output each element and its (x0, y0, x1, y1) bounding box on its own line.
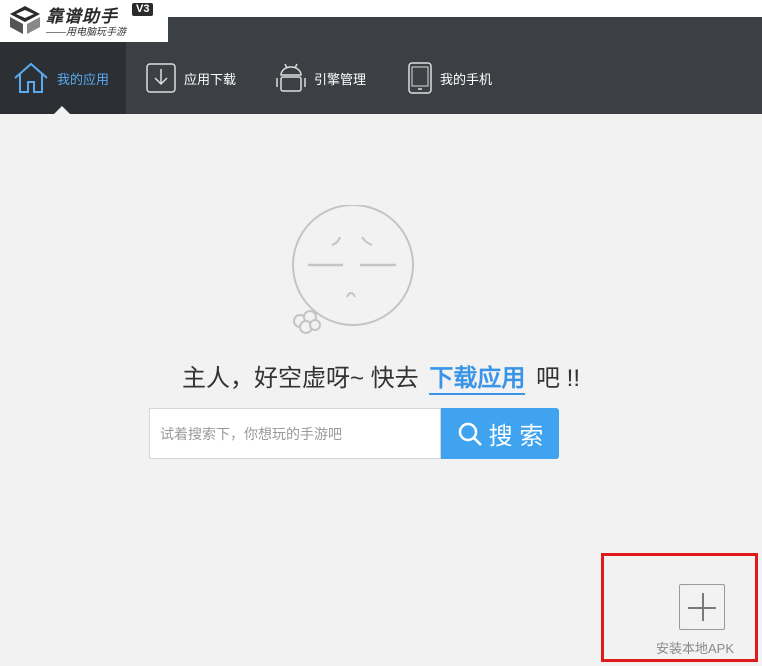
install-local-apk-label[interactable]: 安装本地APK (656, 638, 734, 657)
app-logo-icon (10, 6, 40, 34)
download-icon (146, 63, 176, 93)
search-icon (458, 422, 482, 446)
nav-tab-label: 我的手机 (440, 71, 493, 87)
empty-state-message: 主人，好空虚呀~ 快去 下载应用 吧 !! (0, 358, 762, 395)
main-nav: 我的应用 应用下载 引擎管理 我的手机 (0, 42, 762, 114)
nav-tab-app-download[interactable]: 应用下载 (146, 42, 236, 114)
search-input[interactable] (149, 408, 441, 459)
app-search-bar: 搜 索 (149, 408, 559, 459)
sad-face-icon (292, 205, 414, 334)
nav-tab-label: 应用下载 (184, 71, 237, 87)
search-button[interactable]: 搜 索 (441, 408, 559, 459)
search-button-label: 搜 索 (488, 423, 544, 450)
home-icon (14, 62, 48, 93)
title-bar-dark-band (150, 17, 762, 42)
app-slogan: ——用电脑玩手游 (46, 27, 126, 38)
download-apps-link[interactable]: 下载应用 (429, 365, 526, 395)
nav-tab-my-phone[interactable]: 我的手机 (408, 42, 492, 114)
plus-icon[interactable] (679, 584, 725, 630)
nav-tab-label: 引擎管理 (314, 71, 367, 87)
version-badge: V3 (132, 3, 154, 16)
empty-message-suffix: 吧 !! (536, 365, 581, 392)
nav-tab-engine-manage[interactable]: 引擎管理 (276, 42, 366, 114)
title-bar: 靠谱助手 V3 ——用电脑玩手游 (0, 0, 762, 42)
empty-message-prefix: 主人，好空虚呀~ 快去 (181, 365, 419, 392)
android-icon (276, 63, 306, 92)
nav-tab-label: 我的应用 (57, 71, 110, 87)
install-local-apk-highlight: 安装本地APK (601, 553, 758, 662)
logo-area: 靠谱助手 V3 ——用电脑玩手游 (0, 0, 168, 42)
nav-tab-my-apps[interactable]: 我的应用 (0, 42, 126, 114)
phone-icon (408, 62, 432, 94)
